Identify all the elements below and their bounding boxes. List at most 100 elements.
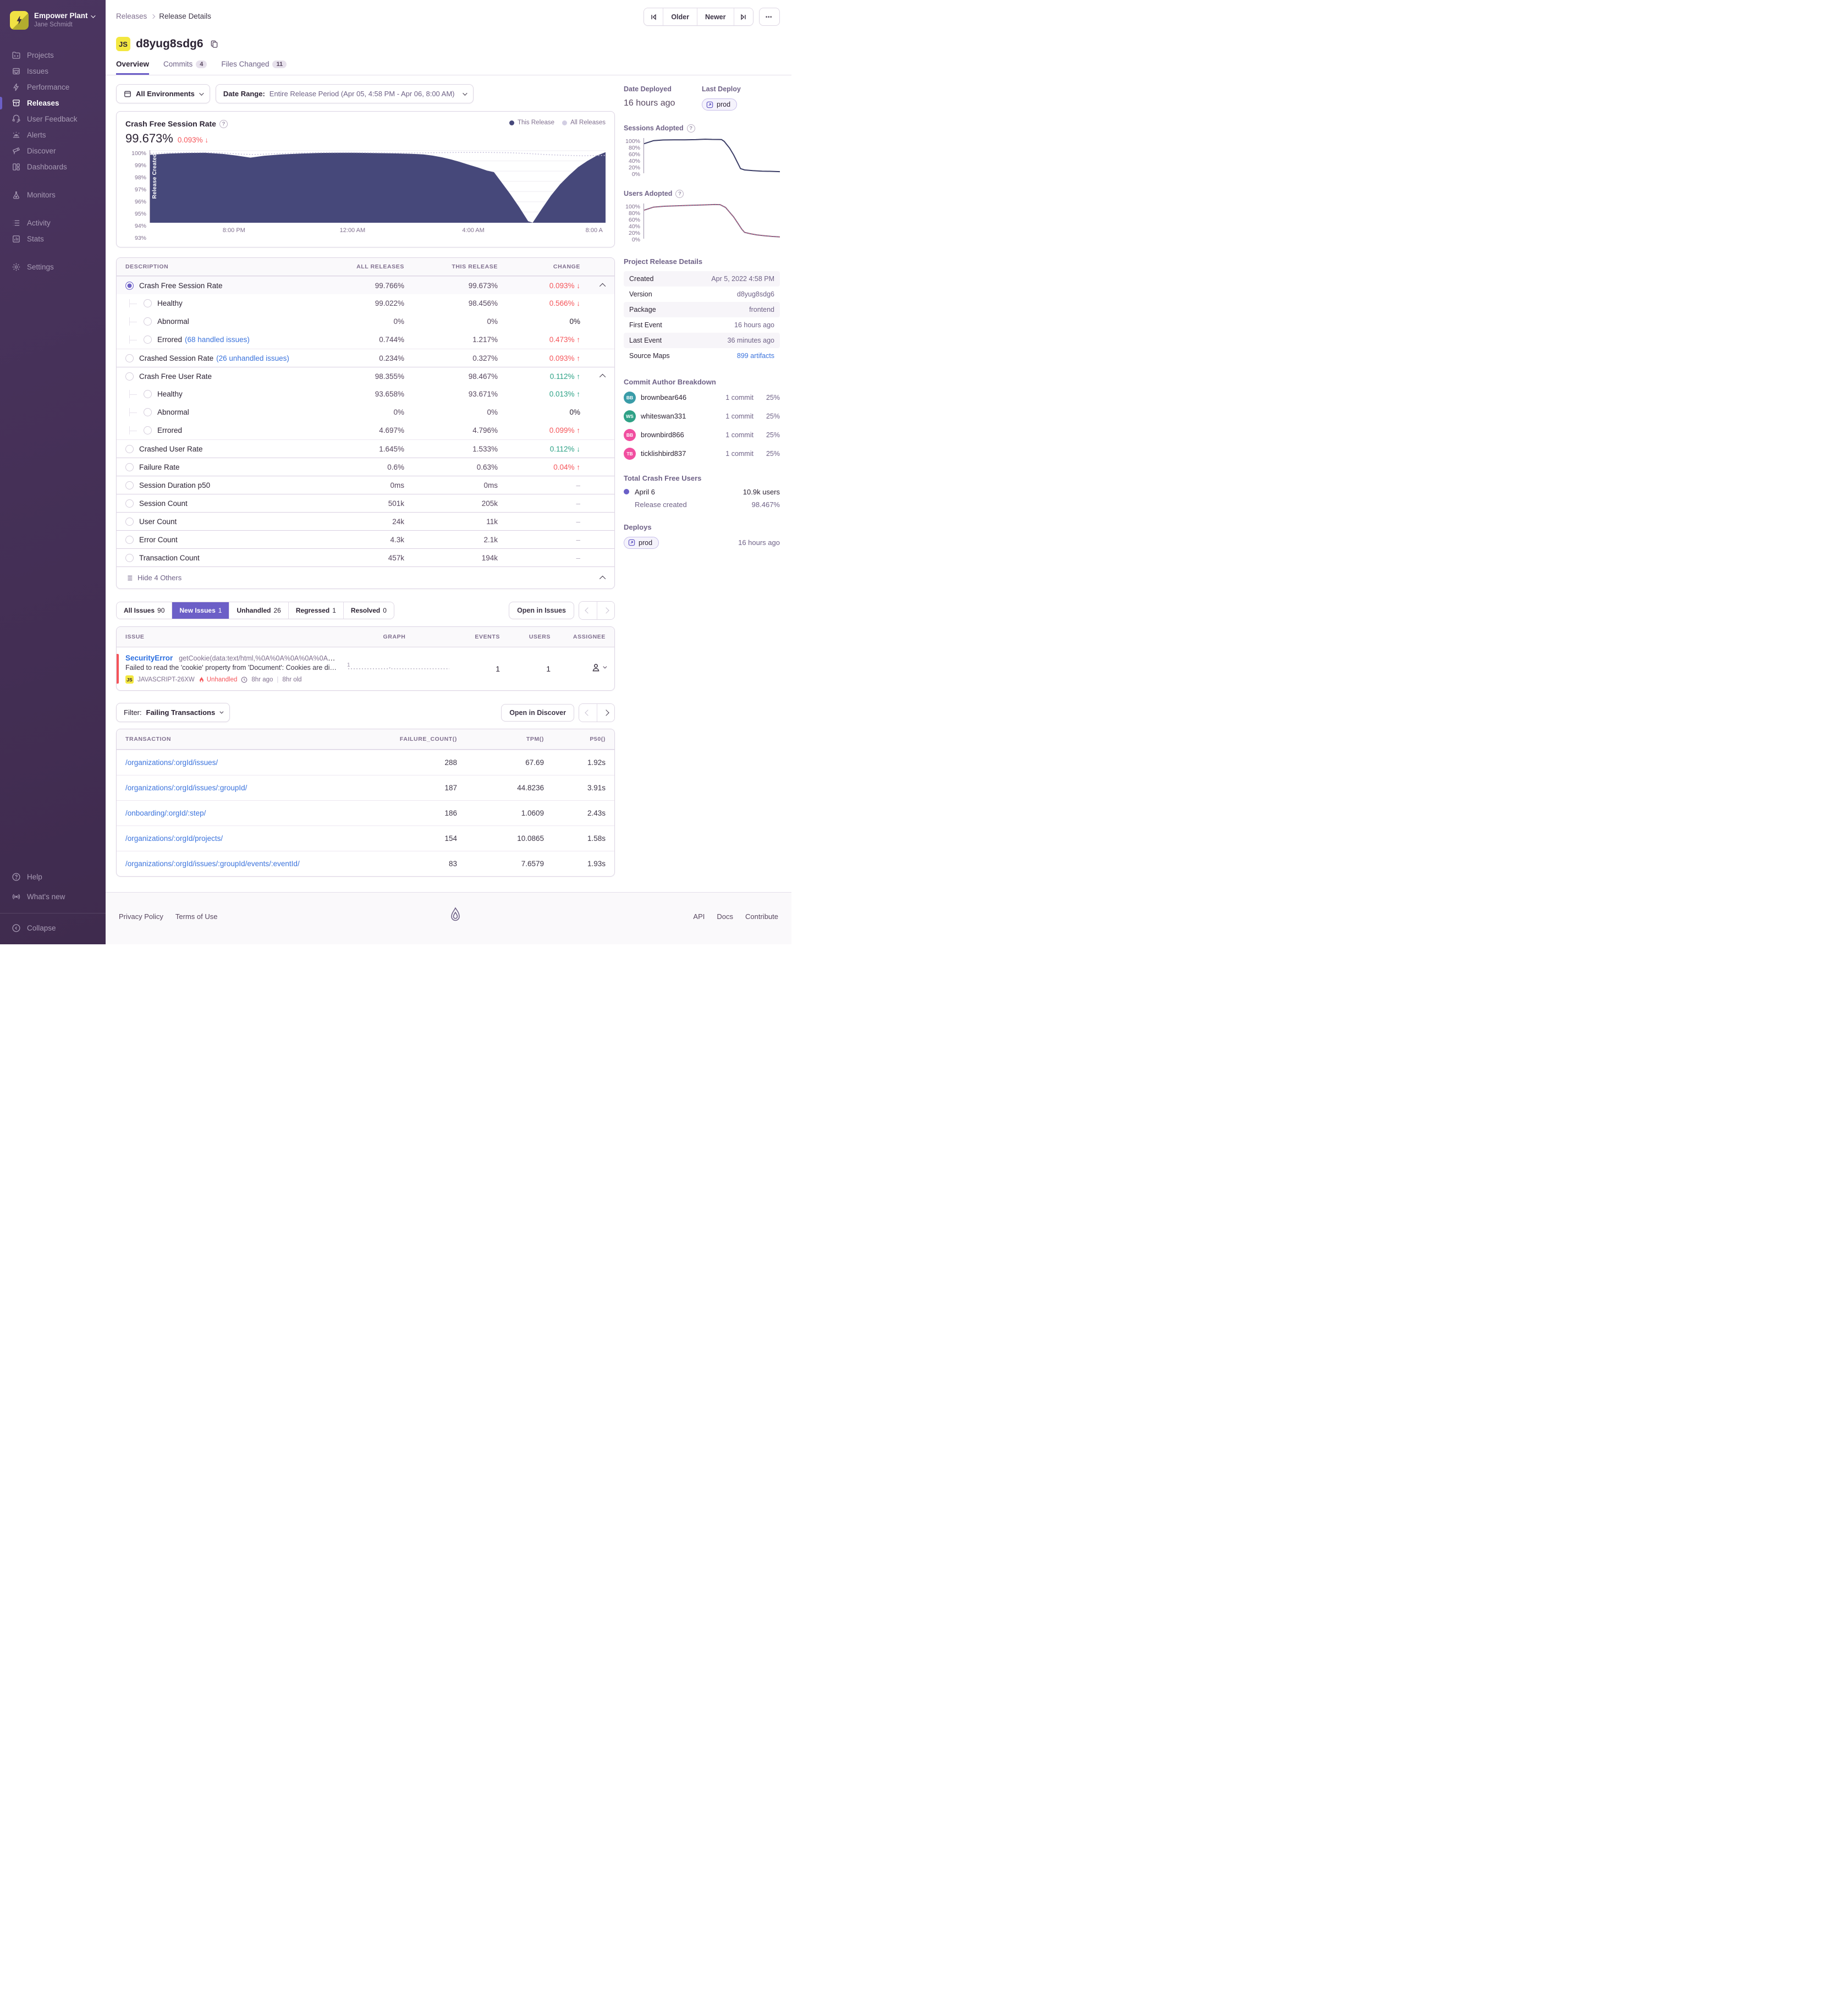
metric-radio[interactable] xyxy=(125,535,134,544)
issue-title-link[interactable]: SecurityError xyxy=(125,654,173,662)
metric-radio[interactable] xyxy=(125,281,134,290)
collapse-chevron-icon[interactable] xyxy=(599,283,606,290)
metric-radio[interactable] xyxy=(125,463,134,471)
metric-row[interactable]: Abnormal 0% 0% 0% xyxy=(117,312,614,331)
sidebar-item-help[interactable]: Help xyxy=(0,868,106,885)
legend-this-release[interactable]: This Release xyxy=(509,119,554,126)
metric-radio[interactable] xyxy=(125,553,134,562)
sidebar-item-projects[interactable]: Projects xyxy=(0,47,106,63)
metric-radio[interactable] xyxy=(144,335,152,344)
issues-tab[interactable]: Resolved 0 xyxy=(343,602,394,619)
source-maps-link[interactable]: 899 artifacts xyxy=(737,352,774,360)
transaction-row[interactable]: /organizations/:orgId/projects/ 154 10.0… xyxy=(117,826,614,851)
newer-button[interactable]: Newer xyxy=(696,8,734,25)
api-link[interactable]: API xyxy=(693,912,705,921)
legend-all-releases[interactable]: All Releases xyxy=(562,119,606,126)
issues-tab[interactable]: Unhandled 26 xyxy=(229,602,288,619)
sidebar-item-alerts[interactable]: Alerts xyxy=(0,127,106,143)
sidebar-item-releases[interactable]: Releases xyxy=(0,95,106,111)
metric-radio[interactable] xyxy=(144,299,152,307)
contribute-link[interactable]: Contribute xyxy=(745,912,778,921)
metric-radio[interactable] xyxy=(125,481,134,489)
previous-page-button[interactable] xyxy=(579,602,597,619)
transaction-link[interactable]: /organizations/:orgId/issues/:groupId/ xyxy=(125,784,247,792)
issues-link[interactable]: (26 unhandled issues) xyxy=(216,354,289,362)
transaction-row[interactable]: /organizations/:orgId/issues/ 288 67.69 … xyxy=(117,750,614,775)
metric-radio[interactable] xyxy=(144,426,152,434)
open-in-discover-button[interactable]: Open in Discover xyxy=(501,703,574,722)
transaction-link[interactable]: /organizations/:orgId/issues/:groupId/ev… xyxy=(125,860,300,868)
issues-tab[interactable]: New Issues 1 xyxy=(172,602,229,619)
metric-row[interactable]: Session Duration p50 0ms 0ms – xyxy=(117,476,614,494)
transaction-link[interactable]: /organizations/:orgId/issues/ xyxy=(125,758,218,767)
metric-radio[interactable] xyxy=(144,408,152,416)
first-release-button[interactable] xyxy=(644,8,663,25)
metric-radio[interactable] xyxy=(125,499,134,508)
open-in-issues-button[interactable]: Open in Issues xyxy=(509,602,574,619)
metric-row[interactable]: Abnormal 0% 0% 0% xyxy=(117,403,614,421)
date-range-filter[interactable]: Date Range: Entire Release Period (Apr 0… xyxy=(215,84,474,103)
transaction-row[interactable]: /onboarding/:orgId/:step/ 186 1.0609 2.4… xyxy=(117,800,614,826)
metric-row[interactable]: Crashed User Rate 1.645% 1.533% 0.112% ↓ xyxy=(117,439,614,458)
help-tooltip-icon[interactable]: ? xyxy=(686,124,695,133)
metric-row[interactable]: Errored 4.697% 4.796% 0.099% ↑ xyxy=(117,421,614,439)
metric-radio[interactable] xyxy=(125,444,134,453)
crash-free-session-chart[interactable]: Release Created xyxy=(150,150,606,223)
issues-tab[interactable]: All Issues 90 xyxy=(117,602,172,619)
issue-row[interactable]: SecurityError getCookie(data:text/html,%… xyxy=(117,647,614,690)
sidebar-item-settings[interactable]: Settings xyxy=(0,259,106,275)
copy-icon[interactable] xyxy=(210,40,218,48)
metric-row[interactable]: Healthy 93.658% 93.671% 0.013% ↑ xyxy=(117,385,614,403)
metric-radio[interactable] xyxy=(144,390,152,398)
metric-row[interactable]: Crashed Session Rate (26 unhandled issue… xyxy=(117,349,614,367)
metric-row[interactable]: User Count 24k 11k – xyxy=(117,512,614,530)
sidebar-item-dashboards[interactable]: Dashboards xyxy=(0,159,106,175)
metric-row[interactable]: Failure Rate 0.6% 0.63% 0.04% ↑ xyxy=(117,458,614,476)
next-page-button[interactable] xyxy=(597,602,614,619)
metric-radio[interactable] xyxy=(144,317,152,326)
sidebar-item-activity[interactable]: Activity xyxy=(0,215,106,231)
metric-row[interactable]: Crash Free Session Rate 99.766% 99.673% … xyxy=(117,276,614,294)
issues-link[interactable]: (68 handled issues) xyxy=(185,335,250,344)
older-button[interactable]: Older xyxy=(663,8,697,25)
sidebar-item-user-feedback[interactable]: User Feedback xyxy=(0,111,106,127)
docs-link[interactable]: Docs xyxy=(717,912,733,921)
tab-overview[interactable]: Overview xyxy=(116,60,150,75)
sidebar-item-issues[interactable]: Issues xyxy=(0,63,106,79)
metric-row[interactable]: Transaction Count 457k 194k – xyxy=(117,548,614,566)
sidebar-item-discover[interactable]: Discover xyxy=(0,143,106,159)
hide-others-toggle[interactable]: Hide 4 Others xyxy=(117,566,614,588)
environment-filter[interactable]: All Environments xyxy=(116,84,210,103)
tab-commits[interactable]: Commits 4 xyxy=(163,60,207,75)
transaction-link[interactable]: /onboarding/:orgId/:step/ xyxy=(125,809,206,817)
sidebar-item-stats[interactable]: Stats xyxy=(0,231,106,247)
metric-row[interactable]: Errored (68 handled issues) 0.744% 1.217… xyxy=(117,331,614,349)
breadcrumb-releases[interactable]: Releases xyxy=(116,12,147,20)
metric-radio[interactable] xyxy=(125,517,134,526)
sidebar-item-performance[interactable]: Performance xyxy=(0,79,106,95)
next-page-button[interactable] xyxy=(597,703,614,722)
last-release-button[interactable] xyxy=(733,8,753,25)
help-tooltip-icon[interactable]: ? xyxy=(675,189,684,198)
deploy-env-badge[interactable]: prod xyxy=(624,536,659,549)
metric-row[interactable]: Healthy 99.022% 98.456% 0.566% ↓ xyxy=(117,294,614,312)
tab-files-changed[interactable]: Files Changed 11 xyxy=(221,60,287,75)
metric-radio[interactable] xyxy=(125,354,134,362)
privacy-policy-link[interactable]: Privacy Policy xyxy=(119,912,163,921)
metric-row[interactable]: Error Count 4.3k 2.1k – xyxy=(117,530,614,548)
transaction-row[interactable]: /organizations/:orgId/issues/:groupId/ev… xyxy=(117,851,614,876)
transaction-link[interactable]: /organizations/:orgId/projects/ xyxy=(125,834,223,843)
metric-row[interactable]: Session Count 501k 205k – xyxy=(117,494,614,512)
org-switcher[interactable]: Empower Plant Jane Schmidt xyxy=(0,8,106,33)
transactions-filter[interactable]: Filter: Failing Transactions xyxy=(116,703,230,722)
collapse-chevron-icon[interactable] xyxy=(599,373,606,381)
issues-tab[interactable]: Regressed 1 xyxy=(288,602,343,619)
help-tooltip-icon[interactable]: ? xyxy=(219,119,228,128)
terms-of-use-link[interactable]: Terms of Use xyxy=(175,912,218,921)
more-options-button[interactable]: ⋯ xyxy=(758,8,780,26)
sidebar-item-monitors[interactable]: Monitors xyxy=(0,187,106,203)
sidebar-item-whats-new[interactable]: What's new xyxy=(0,888,106,905)
previous-page-button[interactable] xyxy=(579,703,597,722)
transaction-row[interactable]: /organizations/:orgId/issues/:groupId/ 1… xyxy=(117,775,614,800)
deploy-env-badge[interactable]: prod xyxy=(702,98,738,111)
